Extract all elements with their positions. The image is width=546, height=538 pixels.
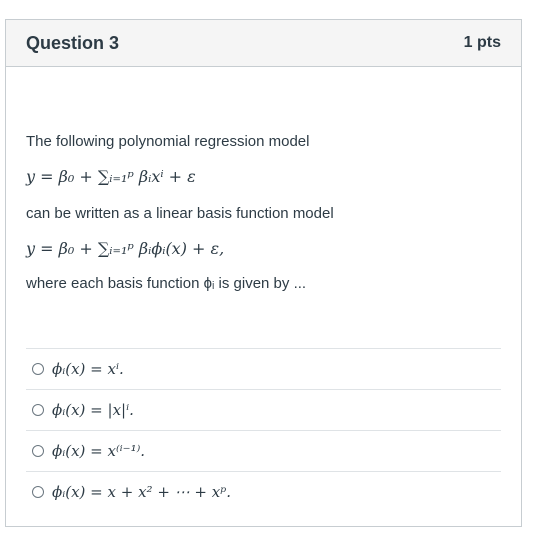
- question-header: Question 3 1 pts: [6, 20, 521, 67]
- answer-text: ϕᵢ(x) = x + x² + ⋯ + xᵖ.: [52, 483, 231, 501]
- answer-option-3[interactable]: ϕᵢ(x) = x⁽ⁱ⁻¹⁾.: [26, 430, 501, 471]
- equation-basis: y = β₀ + ∑ᵢ₌₁ᵖ βᵢϕᵢ(x) + ε,: [26, 239, 225, 258]
- radio-button-icon[interactable]: [32, 486, 44, 498]
- radio-button-icon[interactable]: [32, 363, 44, 375]
- answer-option-1[interactable]: ϕᵢ(x) = xⁱ.: [26, 348, 501, 389]
- radio-button-icon[interactable]: [32, 445, 44, 457]
- answer-option-4[interactable]: ϕᵢ(x) = x + x² + ⋯ + xᵖ.: [26, 471, 501, 512]
- question-title: Question 3: [26, 32, 120, 53]
- answer-option-2[interactable]: ϕᵢ(x) = |x|ⁱ.: [26, 389, 501, 430]
- radio-button-icon[interactable]: [32, 404, 44, 416]
- equation-polynomial: y = β₀ + ∑ᵢ₌₁ᵖ βᵢxⁱ + ε: [26, 167, 196, 186]
- prompt-text-3: where each basis function ϕᵢ is given by…: [26, 275, 307, 292]
- answer-text: ϕᵢ(x) = |x|ⁱ.: [52, 401, 134, 419]
- answer-list: ϕᵢ(x) = xⁱ. ϕᵢ(x) = |x|ⁱ. ϕᵢ(x) = x⁽ⁱ⁻¹⁾…: [26, 348, 501, 512]
- answer-text: ϕᵢ(x) = xⁱ.: [52, 360, 124, 378]
- question-card: Question 3 1 pts The following polynomia…: [5, 19, 522, 527]
- answer-text: ϕᵢ(x) = x⁽ⁱ⁻¹⁾.: [52, 442, 146, 460]
- prompt-text-2: can be written as a linear basis functio…: [26, 205, 334, 222]
- question-points: 1 pts: [463, 34, 501, 51]
- prompt-text-1: The following polynomial regression mode…: [26, 133, 310, 150]
